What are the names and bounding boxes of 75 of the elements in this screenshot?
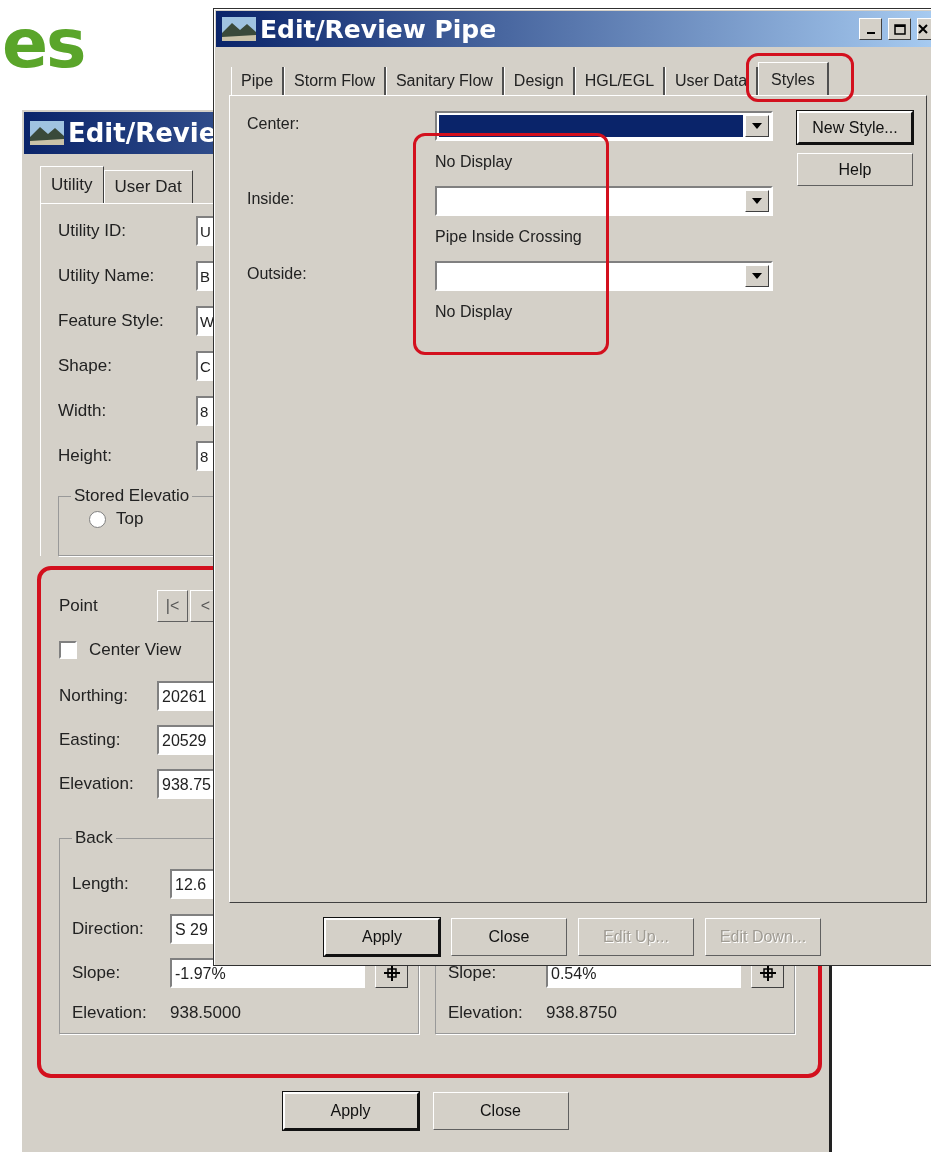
- field-label: Elevation:: [59, 774, 135, 794]
- field-label: Easting:: [59, 730, 122, 750]
- input-field[interactable]: W: [196, 305, 216, 336]
- field-label: Elevation:: [72, 1003, 148, 1023]
- field-label: Direction:: [72, 918, 145, 939]
- maximize-button[interactable]: [888, 18, 911, 40]
- dialog-button[interactable]: Apply: [282, 1092, 419, 1130]
- caret-icon: [752, 123, 762, 129]
- group-title: Stored Elevatio: [73, 486, 191, 506]
- dialog-button[interactable]: Close: [451, 918, 567, 956]
- radio-label: Top: [116, 509, 144, 529]
- field-label: Width:: [58, 400, 108, 421]
- field-label: Center:: [247, 114, 301, 134]
- field-label: Utility ID:: [58, 220, 127, 241]
- tab[interactable]: Utility: [40, 166, 104, 203]
- window-title: Edit/Revie: [68, 118, 217, 148]
- input-field[interactable]: 20261: [157, 681, 216, 711]
- dialog-button[interactable]: Help: [797, 153, 913, 186]
- field-label: Elevation:: [448, 1003, 524, 1023]
- tab[interactable]: User Dat: [103, 170, 193, 203]
- tab[interactable]: Design: [503, 67, 575, 95]
- field-label: Feature Style:: [58, 310, 165, 331]
- radio-button[interactable]: [89, 510, 106, 528]
- landscape-icon: [222, 17, 256, 41]
- checkbox-label: Center View: [89, 640, 182, 660]
- checkbox[interactable]: [59, 641, 77, 659]
- dropdown-field[interactable]: [435, 261, 773, 291]
- crosshair-icon: [382, 964, 401, 982]
- field-value: 938.5000: [170, 1003, 241, 1023]
- slide-heading: es: [2, 4, 85, 83]
- tab[interactable]: Sanitary Flow: [385, 67, 504, 95]
- input-field[interactable]: B: [196, 260, 216, 291]
- landscape-icon: [30, 121, 64, 145]
- field-label: Shape:: [58, 355, 113, 376]
- field-value: 938.8750: [546, 1003, 617, 1023]
- tab[interactable]: Styles: [758, 62, 829, 96]
- tab[interactable]: HGL/EGL: [574, 67, 666, 95]
- close-button[interactable]: [917, 18, 931, 40]
- dialog-button[interactable]: Apply: [324, 918, 440, 956]
- input-field[interactable]: 8: [196, 395, 216, 426]
- window-title: Edit/Review Pipe: [260, 14, 497, 44]
- field-label: Northing:: [59, 686, 129, 706]
- input-field[interactable]: 938.75: [157, 769, 216, 799]
- dialog-button[interactable]: Close: [432, 1092, 569, 1130]
- field-label: Outside:: [247, 264, 308, 284]
- dialog-button[interactable]: New Style...: [797, 111, 913, 144]
- maximize-icon: [893, 23, 906, 35]
- field-label: Slope:: [72, 963, 122, 983]
- nav-button[interactable]: |<: [157, 590, 188, 622]
- tab[interactable]: Storm Flow: [284, 67, 386, 95]
- tab[interactable]: Pipe: [231, 67, 285, 95]
- field-label: Length:: [72, 873, 130, 894]
- dropdown-field[interactable]: [435, 186, 773, 216]
- group-title: Back: [74, 828, 114, 848]
- dropdown-field[interactable]: [435, 111, 773, 141]
- field-label: Height:: [58, 445, 113, 466]
- field-label: Inside:: [247, 189, 296, 209]
- input-field[interactable]: U: [196, 215, 216, 246]
- field-label: Utility Name:: [58, 265, 156, 286]
- caret-icon: [752, 198, 762, 204]
- style-name: No Display: [435, 153, 514, 171]
- style-name: Pipe Inside Crossing: [435, 228, 583, 246]
- crosshair-icon: [758, 964, 777, 982]
- minimize-button[interactable]: [859, 18, 882, 40]
- input-field[interactable]: S 29: [170, 913, 216, 944]
- input-field[interactable]: 20529: [157, 725, 216, 755]
- field-label: Slope:: [448, 963, 498, 983]
- style-name: No Display: [435, 303, 514, 321]
- input-field[interactable]: 12.6: [170, 868, 216, 899]
- caret-icon: [752, 273, 762, 279]
- input-field[interactable]: C: [196, 350, 216, 381]
- section-label: Point: [59, 596, 99, 616]
- input-field[interactable]: 8: [196, 440, 216, 471]
- close-icon: [918, 24, 928, 34]
- minimize-icon: [866, 32, 875, 34]
